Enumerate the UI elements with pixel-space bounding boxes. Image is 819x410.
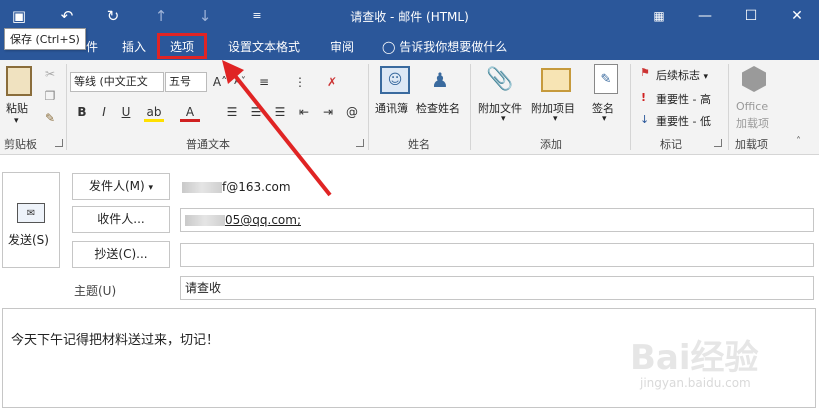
high-importance-button[interactable]: 重要性 - 高 <box>656 91 711 107</box>
addins-group-label: 加载项 <box>735 138 768 151</box>
paste-dropdown-icon[interactable]: ▾ <box>14 116 19 126</box>
separator <box>368 64 369 150</box>
redacted-region <box>185 215 225 226</box>
from-value: f@163.com <box>182 180 291 194</box>
to-button[interactable]: 收件人... <box>72 206 170 233</box>
attach-file-dropdown-icon[interactable]: ▾ <box>501 114 506 124</box>
tags-launcher-icon[interactable] <box>714 139 722 147</box>
font-color-icon[interactable]: A <box>180 102 200 122</box>
exclamation-icon: ! <box>641 91 647 104</box>
cc-field[interactable] <box>180 243 814 267</box>
from-dropdown-icon: ▾ <box>148 183 154 193</box>
format-painter-icon[interactable]: ✎ <box>40 108 60 128</box>
tags-group-label: 标记 <box>660 138 682 151</box>
increase-indent-icon[interactable]: ⇥ <box>318 102 338 122</box>
ribbon-display-options-icon[interactable]: ▦ <box>636 4 682 28</box>
separator <box>630 64 631 150</box>
separator <box>470 64 471 150</box>
underline-icon[interactable]: U <box>116 102 136 122</box>
close-button[interactable]: ✕ <box>774 4 819 28</box>
decrease-indent-icon[interactable]: ⇤ <box>294 102 314 122</box>
numbering-icon[interactable]: ⋮ <box>290 72 310 92</box>
cc-button[interactable]: 抄送(C)... <box>72 241 170 268</box>
signature-dropdown-icon[interactable]: ▾ <box>602 114 607 124</box>
basic-text-group-label: 普通文本 <box>186 138 230 151</box>
italic-icon[interactable]: I <box>94 102 114 122</box>
redacted-region <box>182 182 222 193</box>
separator <box>66 64 67 150</box>
copy-icon[interactable]: ❐ <box>40 86 60 106</box>
mention-icon[interactable]: @ <box>342 102 362 122</box>
ribbon: 粘贴 ▾ ✂ ❐ ✎ 剪贴板 等线 (中文正文 五号 A˄ A˅ ≡ ⋮ ✗ B… <box>0 60 819 155</box>
send-label: 发送(S) <box>8 233 49 247</box>
message-body-text: 今天下午记得把材料送过来，切记！ <box>11 333 220 348</box>
clipboard-launcher-icon[interactable] <box>55 139 63 147</box>
bold-icon[interactable]: B <box>72 102 92 122</box>
office-addins-button[interactable]: Office <box>736 100 768 113</box>
attach-item-dropdown-icon[interactable]: ▾ <box>553 114 558 124</box>
tab-review[interactable]: 审阅 <box>330 38 354 55</box>
basic-text-launcher-icon[interactable] <box>356 139 364 147</box>
watermark-url: jingyan.baidu.com <box>640 376 751 390</box>
check-names-icon: ♟ <box>431 68 449 92</box>
clipboard-icon <box>6 66 32 96</box>
tab-file[interactable]: 件 <box>86 38 98 55</box>
font-name-combo[interactable]: 等线 (中文正文 <box>70 72 164 92</box>
grow-font-icon[interactable]: A˄ <box>210 72 230 92</box>
tab-format-text[interactable]: 设置文本格式 <box>228 38 300 55</box>
paperclip-icon: 📎 <box>486 66 514 92</box>
follow-up-dropdown-icon: ▾ <box>703 72 709 82</box>
align-right-icon[interactable]: ☰ <box>270 102 290 122</box>
check-names-button[interactable]: 检查姓名 <box>416 100 460 116</box>
send-icon: ✉ <box>17 203 45 223</box>
address-book-icon: ☺ <box>380 66 410 94</box>
maximize-button[interactable]: ☐ <box>728 4 774 28</box>
subject-label: 主题(U) <box>74 284 117 298</box>
envelope-icon <box>541 68 571 92</box>
attach-file-button[interactable]: 附加文件 <box>478 100 522 116</box>
title-bar: ▣ ↶ ↻ ↑ ↓ ≡ 请查收 - 邮件 (HTML) ▦ — ☐ ✕ <box>0 0 819 32</box>
separator <box>728 64 729 150</box>
names-group-label: 姓名 <box>408 138 430 151</box>
tab-insert[interactable]: 插入 <box>122 38 146 55</box>
save-tooltip: 保存 (Ctrl+S) <box>4 28 86 50</box>
flag-icon: ⚑ <box>640 66 650 79</box>
ribbon-tabs: 件 插入 选项 设置文本格式 审阅 ◯ 告诉我你想要做什么 <box>0 32 819 60</box>
send-button[interactable]: ✉ 发送(S) <box>2 172 60 268</box>
clear-formatting-icon[interactable]: ✗ <box>322 72 342 92</box>
tab-options[interactable]: 选项 <box>157 33 208 59</box>
bullets-icon[interactable]: ≡ <box>254 72 274 92</box>
align-center-icon[interactable]: ☰ <box>246 102 266 122</box>
cut-icon[interactable]: ✂ <box>40 64 60 84</box>
to-field[interactable]: 05@qq.com; <box>180 208 814 232</box>
down-arrow-importance-icon: ↓ <box>640 113 650 126</box>
address-book-button[interactable]: 通讯簿 <box>375 100 408 116</box>
include-group-label: 添加 <box>540 138 562 151</box>
lightbulb-icon: ◯ <box>382 40 396 54</box>
follow-up-button[interactable]: 后续标志 ▾ <box>656 67 708 83</box>
shrink-font-icon[interactable]: A˅ <box>230 72 250 92</box>
signature-icon: ✎ <box>594 64 618 94</box>
office-addins-icon <box>742 66 766 92</box>
tell-me-box[interactable]: ◯ 告诉我你想要做什么 <box>382 38 507 55</box>
collapse-ribbon-icon[interactable]: ˄ <box>796 136 801 147</box>
paste-button[interactable]: 粘贴 <box>6 100 28 116</box>
clipboard-group-label: 剪贴板 <box>4 138 37 151</box>
low-importance-button[interactable]: 重要性 - 低 <box>656 113 711 129</box>
highlight-icon[interactable]: ab <box>144 102 164 122</box>
font-size-combo[interactable]: 五号 <box>165 72 207 92</box>
subject-field[interactable]: 请查收 <box>180 276 814 300</box>
office-addins-label2: 加载项 <box>736 117 769 130</box>
from-button[interactable]: 发件人(M) ▾ <box>72 173 170 200</box>
minimize-button[interactable]: — <box>682 4 728 28</box>
align-left-icon[interactable]: ☰ <box>222 102 242 122</box>
watermark: Bai经验 <box>630 338 759 378</box>
